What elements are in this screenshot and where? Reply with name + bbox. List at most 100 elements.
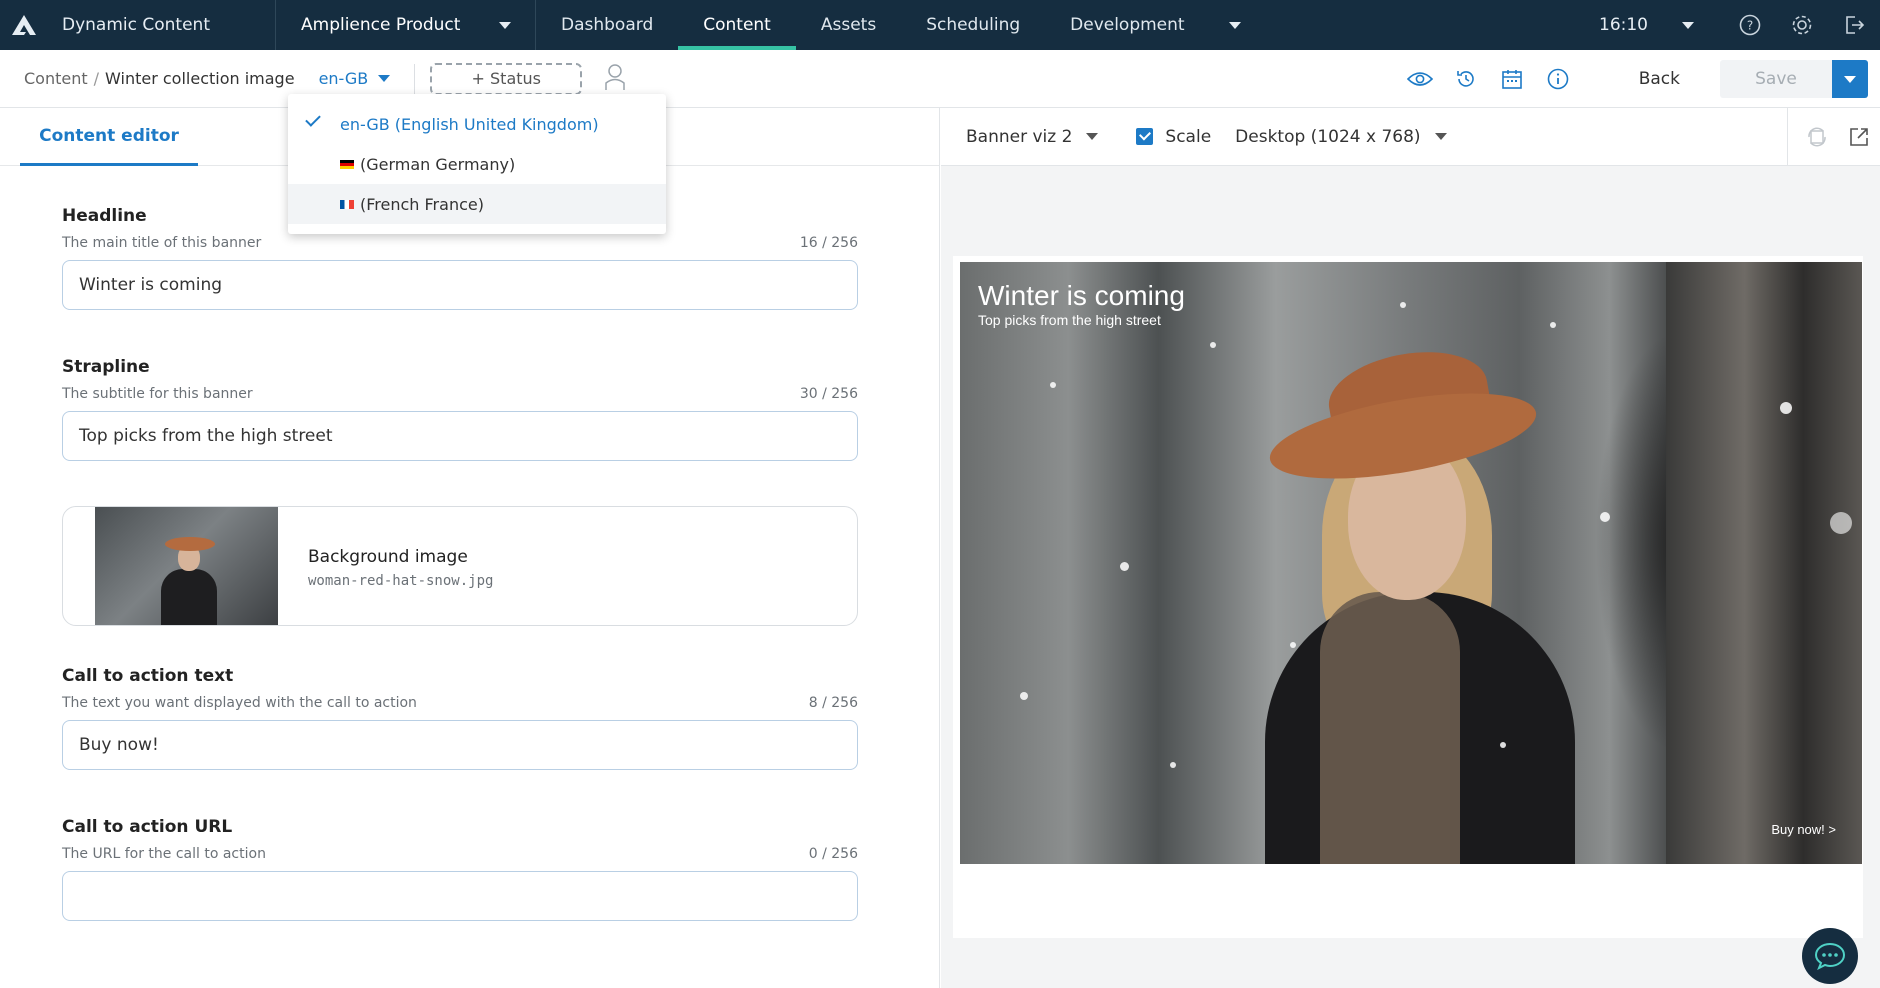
preview-toolbar: Banner viz 2 Scale Desktop (1024 x 768) xyxy=(941,108,1880,166)
svg-text:?: ? xyxy=(1747,19,1753,33)
locale-option-label: (German Germany) xyxy=(360,154,516,174)
field-label: Call to action text xyxy=(62,666,234,686)
locale-option-en-gb[interactable]: en-GB (English United Kingdom) xyxy=(288,104,666,144)
scale-label: Scale xyxy=(1165,126,1212,147)
media-title: Background image xyxy=(308,547,468,567)
locale-option-label: (French France) xyxy=(360,194,484,214)
snowflake xyxy=(1550,322,1556,328)
banner-tree-trunk xyxy=(1666,262,1862,864)
tab-label: Scheduling xyxy=(926,15,1021,35)
tab-scheduling[interactable]: Scheduling xyxy=(901,0,1045,50)
save-options-button[interactable] xyxy=(1832,60,1868,98)
background-image-card[interactable]: Background image woman-red-hat-snow.jpg xyxy=(62,506,858,626)
chevron-down-icon xyxy=(1228,21,1241,29)
scale-toggle[interactable]: Scale xyxy=(1136,127,1211,147)
locale-option-fr-fr[interactable]: (French France) xyxy=(288,184,666,224)
top-nav-bar: Dynamic Content Amplience Product Dashbo… xyxy=(0,0,1880,50)
clock: 16:10 xyxy=(1599,15,1648,35)
visualization-value: Banner viz 2 xyxy=(966,126,1073,147)
field-help: The text you want displayed with the cal… xyxy=(62,695,858,711)
snowflake xyxy=(1120,562,1129,571)
sync-icon[interactable] xyxy=(1796,126,1838,148)
field-help: The URL for the call to action 0 / 256 xyxy=(62,846,858,862)
tab-dashboard[interactable]: Dashboard xyxy=(536,0,678,50)
media-filename: woman-red-hat-snow.jpg xyxy=(308,573,494,589)
snowflake xyxy=(1500,742,1506,748)
add-status-button[interactable]: + Status xyxy=(430,62,583,95)
visualization-select[interactable]: Banner viz 2 xyxy=(966,126,1099,147)
locale-option-label: en-GB (English United Kingdom) xyxy=(340,114,599,134)
help-icon[interactable]: ? xyxy=(1724,0,1776,50)
breadcrumb-root[interactable]: Content xyxy=(24,69,88,88)
top-right-controls: 16:10 ? xyxy=(1599,0,1880,50)
breadcrumb: Content / Winter collection image xyxy=(0,69,295,88)
info-icon[interactable] xyxy=(1535,68,1581,90)
strapline-input[interactable]: Top picks from the high street xyxy=(62,411,858,461)
preview-panel: Banner viz 2 Scale Desktop (1024 x 768) xyxy=(941,108,1880,988)
content-editor-panel: Content editor Headline The main title o… xyxy=(0,108,940,988)
logout-icon[interactable] xyxy=(1828,0,1880,50)
field-label: Call to action URL xyxy=(62,817,233,837)
snowflake xyxy=(1780,402,1792,414)
banner-headline: Winter is coming xyxy=(978,280,1185,311)
thumb-figure-hat xyxy=(165,537,215,551)
snowflake xyxy=(1600,512,1610,522)
tab-label: Dashboard xyxy=(561,15,654,35)
background-image-thumbnail xyxy=(95,507,278,625)
breadcrumb-separator: / xyxy=(93,69,100,88)
chevron-down-icon xyxy=(499,21,511,29)
char-count: 8 / 256 xyxy=(808,695,858,711)
device-select[interactable]: Desktop (1024 x 768) xyxy=(1235,126,1447,147)
chevron-down-icon xyxy=(1086,133,1099,140)
checkmark-icon xyxy=(305,111,321,127)
snowflake xyxy=(1170,762,1176,768)
save-button[interactable]: Save xyxy=(1720,60,1832,98)
history-icon[interactable] xyxy=(1443,68,1489,90)
open-external-icon[interactable] xyxy=(1838,127,1880,147)
preview-actions xyxy=(1787,108,1880,166)
headline-input[interactable]: Winter is coming xyxy=(62,260,858,310)
back-button[interactable]: Back xyxy=(1639,69,1680,89)
tab-content-editor[interactable]: Content editor xyxy=(20,108,198,166)
gear-icon[interactable] xyxy=(1776,0,1828,50)
locale-dropdown: en-GB (English United Kingdom) (German G… xyxy=(288,94,666,234)
snowflake xyxy=(1050,382,1056,388)
hub-name: Amplience Product xyxy=(301,15,461,35)
banner-strapline: Top picks from the high street xyxy=(978,312,1161,328)
cta-url-input[interactable] xyxy=(62,871,858,921)
chat-button[interactable] xyxy=(1802,928,1858,984)
tab-assets[interactable]: Assets xyxy=(796,0,901,50)
banner-figure-scarf xyxy=(1320,592,1460,864)
locale-option-de-de[interactable]: (German Germany) xyxy=(288,144,666,184)
tab-content[interactable]: Content xyxy=(678,0,796,50)
field-help-text: The subtitle for this banner xyxy=(62,386,253,402)
chevron-down-icon xyxy=(378,75,391,82)
tab-label: Assets xyxy=(820,15,877,35)
field-help: The main title of this banner 16 / 256 xyxy=(62,235,858,251)
chevron-down-icon xyxy=(1844,75,1856,83)
clock-menu-chevron-icon[interactable] xyxy=(1682,21,1694,29)
hub-selector[interactable]: Amplience Product xyxy=(276,0,536,50)
char-count: 0 / 256 xyxy=(808,846,858,862)
banner-cta[interactable]: Buy now! > xyxy=(1771,822,1836,837)
snowflake xyxy=(1400,302,1406,308)
snowflake xyxy=(1210,342,1216,348)
tab-development[interactable]: Development xyxy=(1045,0,1265,50)
cta-url-field: Call to action URL The URL for the call … xyxy=(62,817,858,921)
scale-checkbox[interactable] xyxy=(1136,128,1154,145)
assignee-icon[interactable] xyxy=(604,63,626,95)
cta-text-input[interactable]: Buy now! xyxy=(62,720,858,770)
calendar-icon[interactable] xyxy=(1489,68,1535,90)
eye-icon[interactable] xyxy=(1397,70,1443,88)
char-count: 16 / 256 xyxy=(799,235,858,251)
device-value: Desktop (1024 x 768) xyxy=(1235,126,1421,147)
banner-preview: Winter is coming Top picks from the high… xyxy=(960,262,1862,864)
content-toolbar: Content / Winter collection image en-GB + … xyxy=(0,50,1880,108)
locale-selector[interactable]: en-GB xyxy=(318,63,416,94)
locale-value: en-GB xyxy=(318,69,369,88)
field-help-text: The main title of this banner xyxy=(62,235,262,251)
amplience-logo-icon[interactable] xyxy=(0,0,48,50)
chat-bubble-icon xyxy=(1814,942,1846,970)
strapline-field: Strapline The subtitle for this banner 3… xyxy=(62,357,858,461)
char-count: 30 / 256 xyxy=(799,386,858,402)
